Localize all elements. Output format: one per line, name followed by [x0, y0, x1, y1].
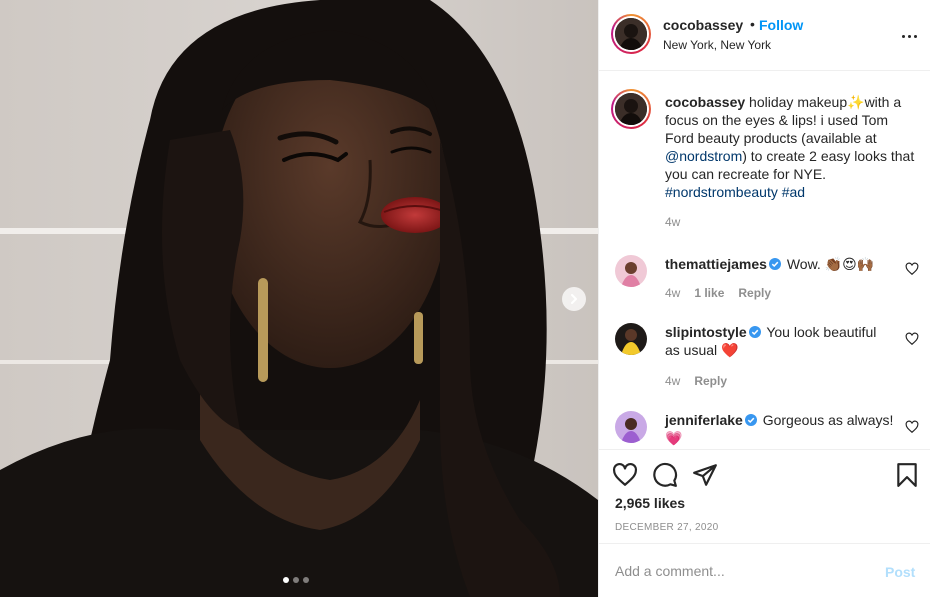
- avatar[interactable]: [615, 323, 647, 355]
- comment-meta: 4w 1 like Reply: [665, 286, 771, 300]
- post-media[interactable]: [0, 0, 598, 597]
- heart-icon[interactable]: [612, 462, 638, 488]
- caption-timestamp[interactable]: 4w: [665, 215, 680, 229]
- emoji: 👏🏾😍🙌🏾: [824, 256, 875, 272]
- more-horizontal-icon: [901, 34, 905, 38]
- chevron-right-icon: [571, 294, 577, 304]
- post-photo: [0, 0, 598, 597]
- reply-button[interactable]: Reply: [738, 286, 771, 300]
- avatar-image: [615, 93, 647, 125]
- comment-likes[interactable]: 1 like: [694, 286, 724, 300]
- avatar-image: [615, 411, 647, 443]
- carousel-indicator: [283, 577, 309, 583]
- heart-icon[interactable]: [905, 332, 919, 346]
- follow-button[interactable]: Follow: [759, 17, 803, 33]
- next-slide-button[interactable]: [562, 287, 586, 311]
- likes-count[interactable]: 2,965 likes: [615, 495, 685, 511]
- instagram-post: cocobassey • Follow New York, New York c…: [0, 0, 930, 597]
- heart-icon[interactable]: [905, 420, 919, 434]
- carousel-dot: [293, 577, 299, 583]
- comment-input[interactable]: [615, 560, 865, 582]
- verified-badge-icon: [748, 326, 761, 338]
- verified-badge-icon: [744, 414, 757, 426]
- comments-list[interactable]: cocobassey holiday makeup✨with a focus o…: [599, 71, 930, 449]
- comment-text: themattiejames Wow. 👏🏾😍🙌🏾: [665, 256, 875, 272]
- emoji: 💗: [665, 430, 683, 446]
- carousel-dot: [283, 577, 289, 583]
- comment-text: jenniferlake Gorgeous as always! 💗: [665, 412, 894, 446]
- add-comment-section: Post: [599, 543, 930, 597]
- bookmark-icon[interactable]: [894, 462, 920, 488]
- avatar-image: [615, 255, 647, 287]
- comment-text: slipintostyle You look beautiful as usua…: [665, 324, 877, 358]
- mention-link[interactable]: @nordstrom: [665, 148, 742, 164]
- sparkle-emoji: ✨: [847, 94, 865, 110]
- post-actions: 2,965 likes DECEMBER 27, 2020: [599, 449, 930, 543]
- avatar[interactable]: [615, 411, 647, 443]
- avatar-image: [615, 323, 647, 355]
- comment-username[interactable]: themattiejames: [665, 256, 767, 272]
- header-location[interactable]: New York, New York: [663, 38, 771, 52]
- avatar[interactable]: [615, 255, 647, 287]
- comment-meta: 4w Reply: [665, 374, 727, 388]
- post-header: cocobassey • Follow New York, New York: [599, 0, 930, 71]
- caption-username[interactable]: cocobassey: [665, 94, 745, 110]
- verified-badge-icon: [768, 258, 781, 270]
- comment-timestamp[interactable]: 4w: [665, 286, 680, 300]
- avatar[interactable]: [611, 14, 651, 54]
- caption-text: cocobassey holiday makeup✨with a focus o…: [665, 94, 915, 200]
- comment-username[interactable]: slipintostyle: [665, 324, 747, 340]
- hashtag-link[interactable]: #nordstrombeauty: [665, 184, 778, 200]
- comment-username[interactable]: jenniferlake: [665, 412, 743, 428]
- hashtag-link[interactable]: #ad: [782, 184, 805, 200]
- header-separator: •: [750, 16, 755, 32]
- more-options-button[interactable]: [897, 24, 921, 48]
- reply-button[interactable]: Reply: [694, 374, 727, 388]
- avatar-image: [615, 18, 647, 50]
- comment-timestamp[interactable]: 4w: [665, 374, 680, 388]
- header-username[interactable]: cocobassey: [663, 17, 743, 33]
- heart-icon[interactable]: [905, 262, 919, 276]
- post-side-panel: cocobassey • Follow New York, New York c…: [598, 0, 930, 597]
- share-icon[interactable]: [692, 462, 718, 488]
- emoji: ❤️: [721, 342, 739, 358]
- comment-icon[interactable]: [652, 462, 678, 488]
- caption-avatar[interactable]: [611, 89, 651, 129]
- carousel-dot: [303, 577, 309, 583]
- post-comment-button[interactable]: Post: [885, 564, 915, 580]
- post-date[interactable]: DECEMBER 27, 2020: [615, 522, 718, 533]
